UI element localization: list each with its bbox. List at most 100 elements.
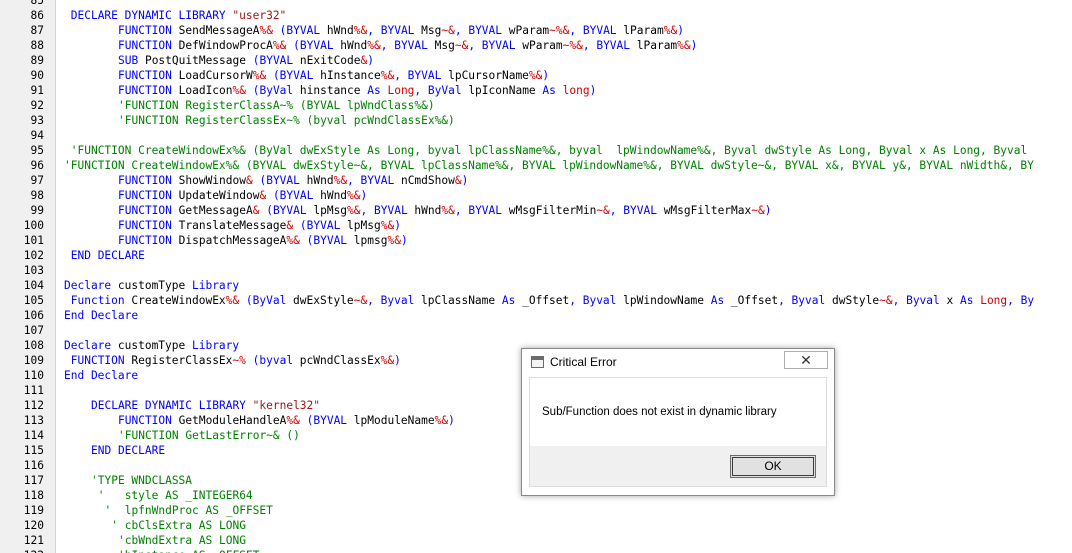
code-line[interactable]: 122 'hInstance AS _OFFSET [0,548,1072,553]
error-message: Sub/Function does not exist in dynamic l… [542,406,777,418]
code-token: As [542,84,563,97]
line-number: 98 [30,189,44,202]
code-token: , BYVAL [360,204,415,217]
code-line[interactable]: 103 [0,263,1072,278]
code-token: (BYVAL [299,414,354,427]
line-number: 102 [23,249,44,262]
code-line[interactable]: 93 'FUNCTION RegisterClassEx~% (byval pcW… [0,113,1072,128]
code-line[interactable]: 121 'cbWndExtra AS LONG [0,533,1072,548]
code-token: ) [461,174,469,187]
code-line[interactable]: 86 DECLARE DYNAMIC LIBRARY "user32" [0,8,1072,23]
code-token: %& [380,354,395,367]
code-line[interactable]: 88 FUNCTION DefWindowProcA%& (BYVAL hWnd%… [0,38,1072,53]
code-text: FUNCTION ShowWindow& (BYVAL hWnd%&, BYVA… [118,173,468,188]
line-number: 117 [23,474,44,487]
code-line[interactable]: 89 SUB PostQuitMessage (BYVAL nExitCode&) [0,53,1072,68]
code-line[interactable]: 120 ' cbClsExtra AS LONG [0,518,1072,533]
code-token: Msg [434,39,455,52]
code-token: , BYVAL [380,39,435,52]
code-line[interactable]: 102 END DECLARE [0,248,1072,263]
code-token: UpdateWindow [178,189,260,202]
line-number: 99 [30,204,44,217]
code-line[interactable]: 91 FUNCTION LoadIcon%& (ByVal hinstance A… [0,83,1072,98]
code-token: GetModuleHandleA [178,414,287,427]
code-token: (BYVAL [286,39,341,52]
code-token: lpMsg [313,204,348,217]
code-token: ~& [751,204,765,217]
line-number: 104 [23,279,44,292]
line-number: 94 [30,129,44,142]
code-text: ' cbClsExtra AS LONG [111,518,246,533]
code-token: ' style AS _INTEGER64 [97,489,253,502]
code-token: %& [225,294,240,307]
code-text: Declare customType Library [64,338,239,353]
code-token: (BYVAL [299,234,354,247]
code-token: ) [394,354,401,367]
code-token: (BYVAL [266,189,321,202]
code-token: FUNCTION [118,204,179,217]
code-token: hWnd [340,39,368,52]
code-token: End Declare [64,369,139,382]
code-line[interactable]: 119 ' lpfnWndProc AS _OFFSET [0,503,1072,518]
line-number: 88 [30,39,44,52]
code-line[interactable]: 100 FUNCTION TranslateMessage& (BYVAL lpM… [0,218,1072,233]
code-token: LoadIcon [178,84,233,97]
code-text: End Declare [64,368,138,383]
code-token: lpClassName [421,294,502,307]
code-token: ) [542,69,550,82]
code-token: pcWndClassEx [299,354,381,367]
code-token: (BYVAL [252,174,307,187]
code-token: SUB [118,54,145,67]
code-line[interactable]: 92 'FUNCTION RegisterClassA~% (BYVAL lpWn… [0,98,1072,113]
line-number: 111 [23,384,44,397]
code-line[interactable]: 99 FUNCTION GetMessageA& (BYVAL lpMsg%&, … [0,203,1072,218]
code-text: DECLARE DYNAMIC LIBRARY "kernel32" [91,398,320,413]
code-token: Long [980,294,1008,307]
code-token: END DECLARE [91,444,166,457]
code-line[interactable]: 94 [0,128,1072,143]
code-text: SUB PostQuitMessage (BYVAL nExitCode&) [118,53,374,68]
code-token: lpModuleName [353,414,435,427]
code-text: FUNCTION DispatchMessageA%& (BYVAL lpmsg… [118,233,408,248]
code-token: , By [1007,294,1035,307]
code-token: %& [286,234,300,247]
code-token: (ByVal [239,294,294,307]
code-line[interactable]: 104 Declare customType Library [0,278,1072,293]
code-token: ) [367,54,375,67]
code-line[interactable]: 107 [0,323,1072,338]
code-token: dwStyle [831,294,880,307]
code-token: FUNCTION [118,84,179,97]
line-number: 118 [23,489,44,502]
code-token: ShowWindow [178,174,246,187]
code-token: ) [400,234,408,247]
code-token: CreateWindowEx [131,294,226,307]
code-token: Function [70,294,132,307]
code-text: FUNCTION GetModuleHandleA%& (BYVAL lpMod… [118,413,455,428]
code-line[interactable]: 85 [0,0,1072,8]
code-token: wMsgFilterMin [508,204,597,217]
code-line[interactable]: 95 'FUNCTION CreateWindowEx%& (ByVal dwEx… [0,143,1072,158]
code-token: %& [259,24,273,37]
code-line[interactable]: 90 FUNCTION LoadCursorW%& (BYVAL hInstanc… [0,68,1072,83]
code-token: Declare [64,279,118,292]
code-token: %& [347,189,361,202]
code-token: 'FUNCTION RegisterClassA~% (BYVAL lpWndC… [118,99,435,112]
code-line[interactable]: 97 FUNCTION ShowWindow& (BYVAL hWnd%&, BY… [0,173,1072,188]
close-button[interactable]: ✕ [784,351,828,369]
ok-button[interactable]: OK [730,455,816,478]
code-line[interactable]: 101 FUNCTION DispatchMessageA%& (BYVAL lp… [0,233,1072,248]
code-line[interactable]: 87 FUNCTION SendMessageA%& (BYVAL hWnd%&,… [0,23,1072,38]
line-number: 86 [30,9,44,22]
code-line[interactable]: 106 End Declare [0,308,1072,323]
code-line[interactable]: 98 FUNCTION UpdateWindow& (BYVAL hWnd%&) [0,188,1072,203]
code-token: nExitCode [299,54,361,67]
code-text: FUNCTION DefWindowProcA%& (BYVAL hWnd%&,… [118,38,697,53]
code-token: PostQuitMessage [144,54,253,67]
code-token: RegisterClassEx [131,354,233,367]
code-token: Library [191,339,240,352]
code-token: , BYVAL [454,204,509,217]
code-line[interactable]: 105 Function CreateWindowEx%& (ByVal dwEx… [0,293,1072,308]
code-token: END DECLARE [70,249,145,262]
dialog-titlebar[interactable]: Critical Error ✕ [522,349,834,377]
code-line[interactable]: 96 'FUNCTION CreateWindowEx%& (BYVAL dwEx… [0,158,1072,173]
